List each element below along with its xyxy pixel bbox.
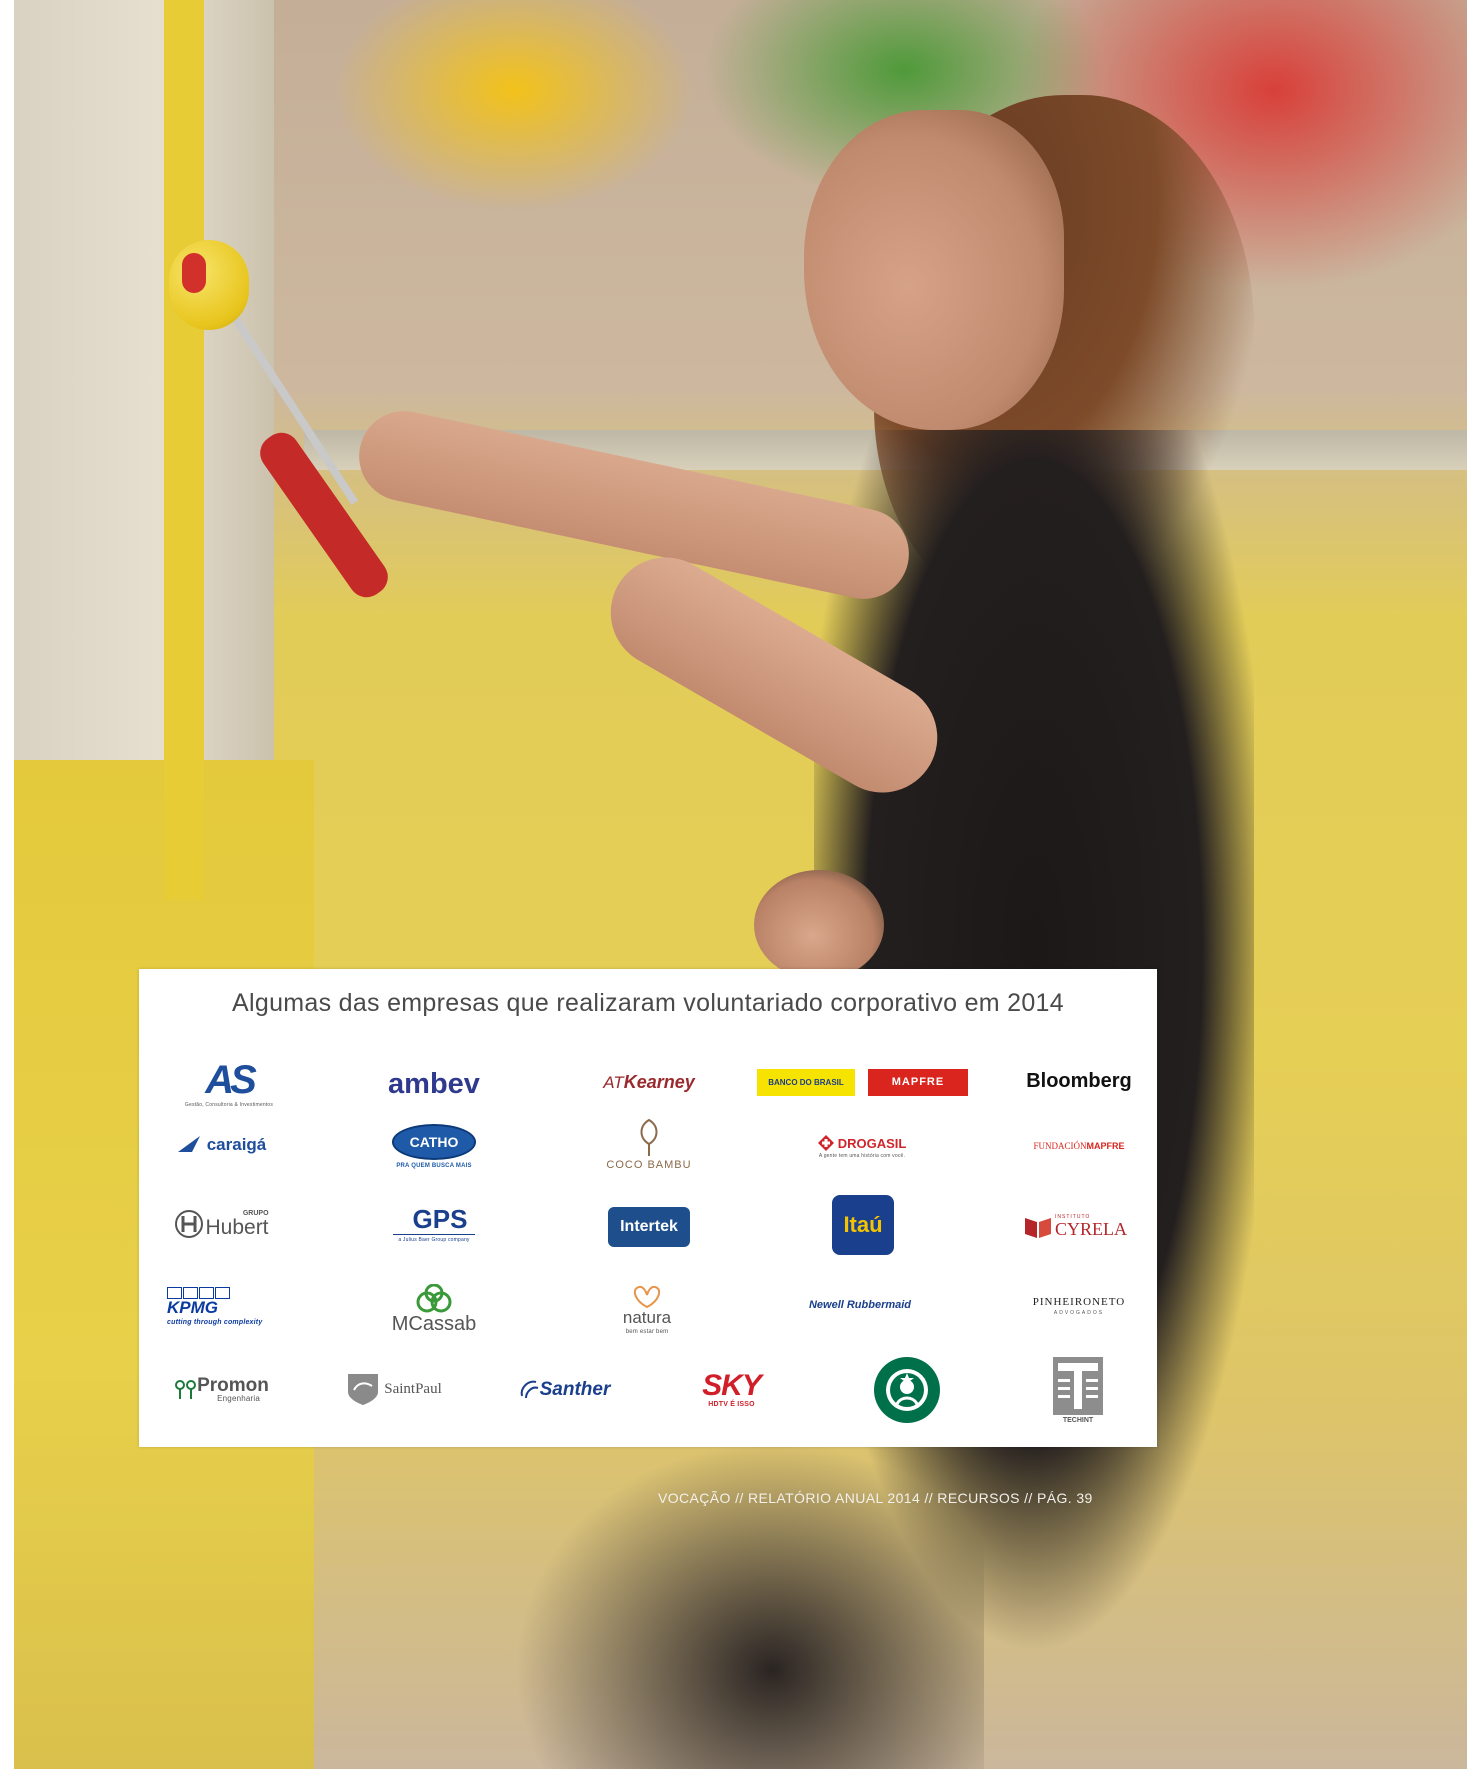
logo-drogasil-text: DROGASIL xyxy=(837,1135,907,1151)
techint-emblem-icon xyxy=(1053,1356,1103,1415)
photo-head xyxy=(804,110,1064,430)
logo-drogasil: DROGASIL A gente tem uma história com vo… xyxy=(807,1132,917,1162)
companies-panel: Algumas das empresas que realizaram volu… xyxy=(139,969,1157,1447)
photo-second-person xyxy=(754,870,884,980)
logo-promon-text: Promon xyxy=(197,1374,269,1396)
logo-newell-text: Newell Rubbermaid xyxy=(808,1298,912,1311)
logo-caraiga: caraigá xyxy=(167,1129,277,1159)
logo-fundacion-mapfre: FUNDACIÓN MAPFRE xyxy=(1019,1136,1139,1156)
logo-bloomberg-text: Bloomberg xyxy=(1026,1070,1132,1092)
logo-atkearney: AT Kearney xyxy=(594,1067,704,1097)
logo-mapfre-text: MAPFRE xyxy=(891,1076,945,1088)
photo-pillar xyxy=(164,0,204,900)
logo-promon-sub: Engenharia xyxy=(217,1393,261,1403)
logo-pinheiro-text: PINHEIRONETO xyxy=(1032,1296,1126,1308)
logo-cyrela: INSTITUTO CYRELA xyxy=(1021,1209,1131,1244)
logo-sky: SKY HDTV É ISSO xyxy=(689,1367,774,1412)
hubert-emblem-icon xyxy=(175,1209,204,1238)
logo-sky-sub: HDTV É ISSO xyxy=(708,1401,755,1408)
logo-itau-text: Itaú xyxy=(843,1212,883,1237)
logo-saint-paul: SaintPaul xyxy=(339,1369,449,1409)
logo-techint: TECHINT xyxy=(1051,1355,1105,1425)
coco-bambu-emblem-icon xyxy=(640,1118,658,1156)
logo-fundacion-a: FUNDACIÓN xyxy=(1033,1140,1087,1151)
logo-natura: natura bem estar bem xyxy=(597,1274,697,1344)
logo-coco-bambu: COCO BAMBU xyxy=(594,1109,704,1179)
logo-atkearney-kearney: Kearney xyxy=(623,1072,695,1092)
logo-techint-text: TECHINT xyxy=(1062,1416,1094,1424)
logo-bloomberg: Bloomberg xyxy=(1019,1066,1139,1096)
logo-as: AS Gestão, Consultoria & Investimentos xyxy=(179,1054,279,1114)
photo-roller-cap xyxy=(182,253,206,293)
logo-starbucks xyxy=(872,1355,942,1425)
logo-promon: Promon Engenharia xyxy=(167,1369,277,1409)
logo-kpmg: KPMG cutting through complexity xyxy=(167,1284,277,1329)
logo-mcassab-text: MCassab xyxy=(391,1313,477,1335)
promon-emblem-icon xyxy=(175,1380,197,1399)
page-footer: VOCAÇÃO // RELATÓRIO ANUAL 2014 // RECUR… xyxy=(658,1490,1093,1506)
logo-mapfre: MAPFRE xyxy=(868,1069,968,1096)
logo-caraiga-text: caraigá xyxy=(206,1134,267,1154)
logo-mcassab: MCassab xyxy=(384,1279,484,1339)
logo-banco-do-brasil: BANCO DO BRASIL xyxy=(757,1069,855,1096)
logo-ambev: ambev xyxy=(374,1064,494,1104)
logo-fundacion-b: MAPFRE xyxy=(1086,1140,1125,1151)
logo-intertek-text: Intertek xyxy=(620,1218,678,1235)
logo-hubert-text: Hubert xyxy=(205,1215,269,1239)
natura-flower-icon xyxy=(633,1285,661,1309)
logo-drogasil-sub: A gente tem uma história com você. xyxy=(818,1153,906,1159)
logo-catho-text: CATHO xyxy=(391,1124,477,1160)
logo-kpmg-text: KPMG xyxy=(167,1298,218,1317)
logo-gps-sub: a Julius Baer Group company xyxy=(398,1236,470,1243)
logo-santher: Santher xyxy=(509,1373,619,1405)
logo-pinheiro-sub: ADVOGADOS xyxy=(1053,1310,1105,1316)
logo-as-mark: AS xyxy=(205,1058,257,1102)
logo-ambev-text: ambev xyxy=(388,1067,480,1100)
logo-gps-text: GPS xyxy=(392,1206,476,1235)
logo-natura-text: natura xyxy=(622,1308,672,1327)
logo-coco-text: COCO BAMBU xyxy=(606,1158,692,1171)
logo-newell-rubbermaid: Newell Rubbermaid xyxy=(804,1294,916,1316)
logo-catho-sub: PRA QUEM BUSCA MAIS xyxy=(396,1163,472,1169)
logo-itau: Itaú xyxy=(832,1195,894,1255)
starbucks-siren-icon xyxy=(874,1357,940,1423)
logo-natura-sub: bem estar bem xyxy=(625,1329,669,1335)
mcassab-rings-icon xyxy=(416,1284,452,1313)
logo-bb-text: BANCO DO BRASIL xyxy=(768,1077,844,1087)
logo-catho: CATHO PRA QUEM BUSCA MAIS xyxy=(384,1119,484,1174)
drogasil-cross-icon xyxy=(817,1135,834,1151)
caraiga-wing-icon xyxy=(177,1136,200,1152)
logo-santher-text: Santher xyxy=(539,1378,611,1400)
logo-hubert: GRUPO Hubert xyxy=(167,1201,277,1246)
logo-atkearney-at: AT xyxy=(603,1072,624,1092)
photo-paint-roller xyxy=(169,240,249,330)
logo-saint-paul-text: SaintPaul xyxy=(384,1380,442,1397)
cyrela-book-icon xyxy=(1025,1217,1051,1238)
logo-cyrela-text: CYRELA xyxy=(1055,1219,1127,1239)
logo-sky-text: SKY xyxy=(702,1369,762,1402)
logo-pinheiro-neto: PINHEIRONETO ADVOGADOS xyxy=(1019,1294,1139,1319)
saint-paul-shield-icon xyxy=(348,1374,379,1405)
santher-swirl-icon xyxy=(520,1380,538,1399)
panel-title: Algumas das empresas que realizaram volu… xyxy=(232,989,1064,1017)
logo-kpmg-sub: cutting through complexity xyxy=(167,1319,263,1326)
logo-gps: GPS a Julius Baer Group company xyxy=(387,1199,481,1249)
logo-as-sub: Gestão, Consultoria & Investimentos xyxy=(184,1102,274,1108)
logo-intertek: Intertek xyxy=(608,1207,690,1247)
